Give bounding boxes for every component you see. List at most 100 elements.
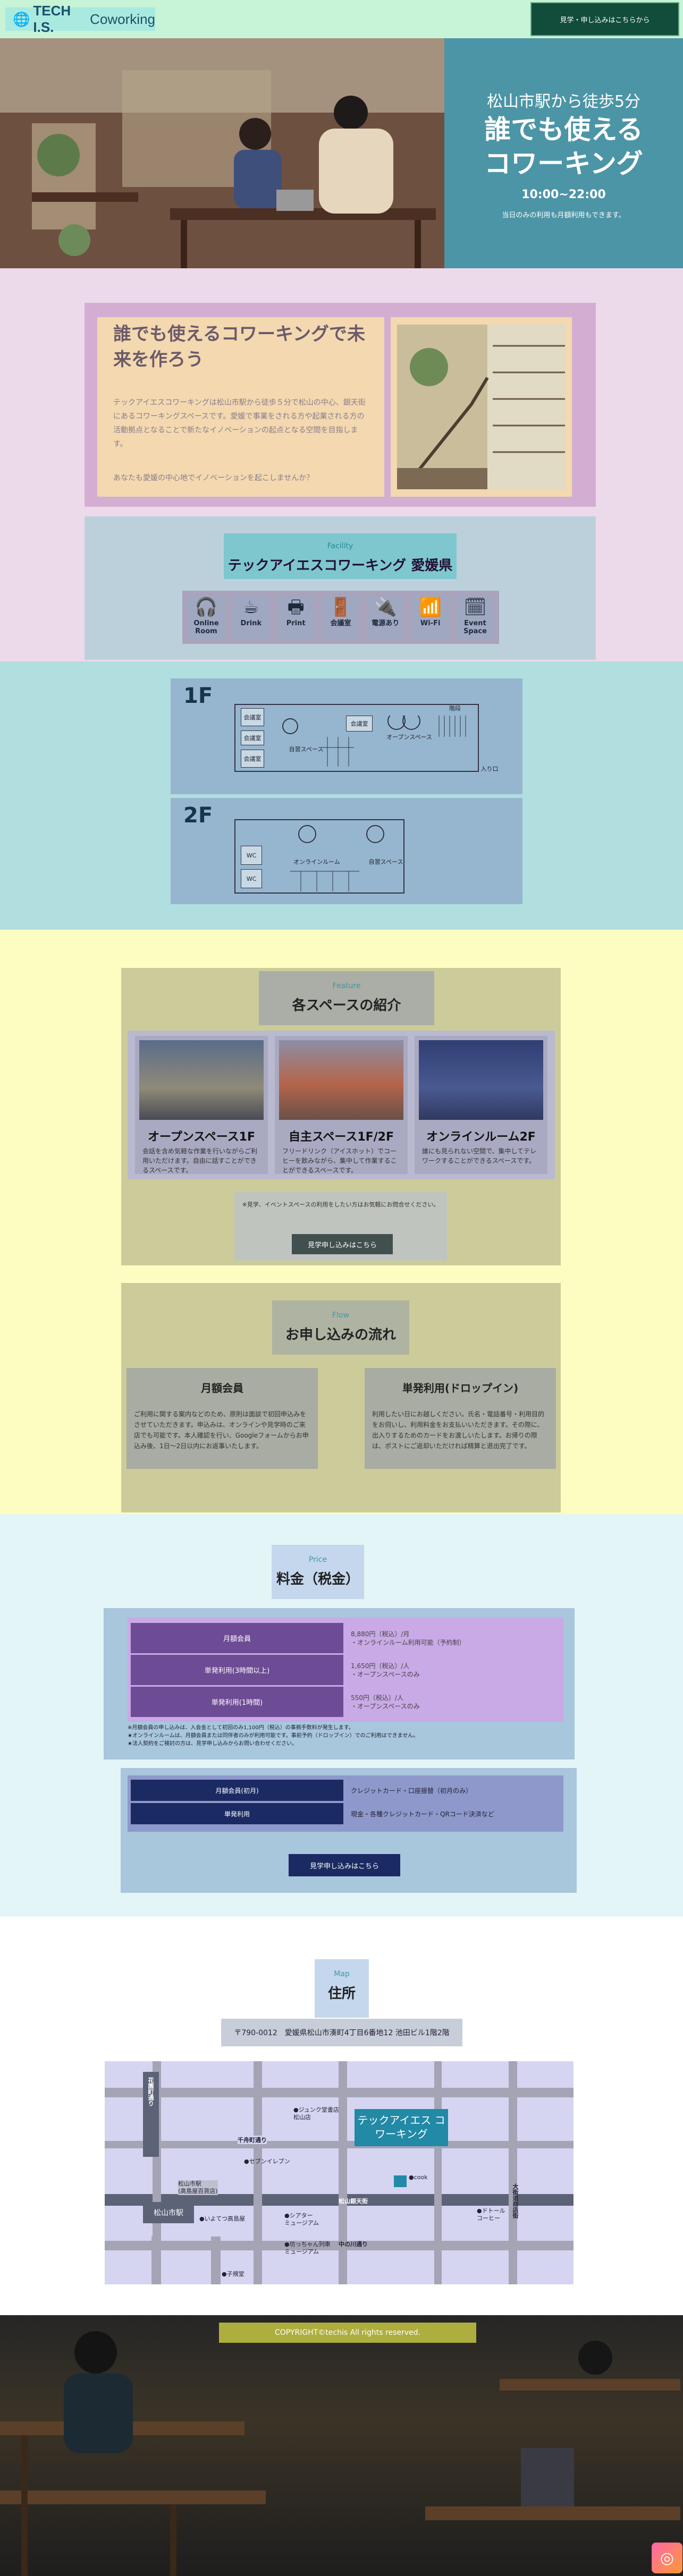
price-row: 単発利用(3時間以上) 1,650円（税込）/人 ・オープンスペースのみ xyxy=(131,1655,560,1685)
flow-card-title: 月額会員 xyxy=(201,1382,243,1395)
flow-card: 月額会員 ご利用に関する案内などのため、原則は面談で初回申込みをさせていただきま… xyxy=(127,1368,318,1469)
price-notes: ※月額会員の申し込みは、入会金として初回のみ1,100円（税込）の事務手数料が発… xyxy=(128,1725,419,1747)
floor-room: 階段 xyxy=(449,705,461,712)
facility-title: テックアイエスコワーキング 愛媛県 xyxy=(227,558,453,574)
footer-photo xyxy=(0,2331,680,2576)
flow-sub: Flow xyxy=(332,1311,349,1320)
hero-headline: 誰でも使える コワーキング xyxy=(484,114,643,179)
feature-card-desc: 誰にも見られない空間で、集中してテレワークすることができるスペースです。 xyxy=(422,1147,537,1164)
feature-card-title: オープンスペース1F xyxy=(148,1130,255,1144)
flow-title: お申し込みの流れ xyxy=(285,1327,396,1343)
price-row: 単発利用(1時間) 550円（税込）/人 ・オープンスペースのみ xyxy=(131,1687,560,1717)
globe-icon: 🌐 xyxy=(13,11,30,27)
station-label: 松山市駅 xyxy=(143,2202,194,2223)
facility-item: 🗓 Event Space xyxy=(456,595,494,640)
location-pin-icon xyxy=(394,2175,407,2187)
price-visit-button[interactable]: 見学申し込みはこちら xyxy=(289,1854,400,1876)
flow-card-desc: 利用したい日にお越しください。氏名・電話番号・利用目的をお伺いし、利用料金をお支… xyxy=(372,1410,545,1450)
map-sub: Map xyxy=(334,1970,350,1978)
map-title: 住所 xyxy=(327,1986,356,2002)
feature-title: 各スペースの紹介 xyxy=(292,998,401,1014)
plug-icon: 🔌 xyxy=(374,597,397,618)
feature-sub: Feature xyxy=(332,982,361,990)
feature-card: 自主スペース1F/2F フリードリンク（アイスホット）でコーヒーを飲みながら、集… xyxy=(275,1036,408,1174)
hero-panel: 松山市駅から徒歩5分 誰でも使える コワーキング 10:00~22:00 当日の… xyxy=(444,38,683,268)
feature-card-photo xyxy=(139,1040,264,1120)
header-cta-button[interactable]: 見学・申し込みはこちらから xyxy=(530,2,679,36)
floor-2f-furniture xyxy=(290,825,384,891)
headphones-icon: 🎧 xyxy=(195,597,218,618)
map-road xyxy=(339,2061,347,2284)
floor-room: 会議室 xyxy=(241,708,264,726)
floor-1f: 1F 会議室 会議室 会議室 自習スペース オープンスペース 階段 入り口 会議… xyxy=(171,678,522,794)
floor-room: 会議室 xyxy=(241,750,264,768)
flow-card: 単発利用(ドロップイン) 利用したい日にお越しください。氏名・電話番号・利用目的… xyxy=(365,1368,556,1469)
map-rail xyxy=(211,2237,221,2284)
wifi-icon: 📶 xyxy=(419,597,442,618)
price-heading: Price 料金（税金） xyxy=(272,1545,364,1599)
facility-item: 🖶 Print xyxy=(277,595,315,640)
instagram-icon[interactable]: ◎ xyxy=(652,2543,682,2573)
intro-question: あなたも愛媛の中心地でイノベーションを起こしませんか？ xyxy=(113,474,314,482)
footer xyxy=(0,2315,683,2576)
flow-heading: Flow お申し込みの流れ xyxy=(272,1300,409,1355)
access-map[interactable]: テックアイエス コワーキング 松山市駅 ●ジュンク堂書店 松山店 ●セブンイレブ… xyxy=(105,2061,574,2284)
facility-item: ☕ Drink xyxy=(232,595,270,640)
payment-row: 単発利用 現金・各種クレジットカード・QRコード決済など xyxy=(131,1803,560,1824)
intro-text-card: 誰でも使えるコワーキングで未来を作ろう テックアイエスコワーキングは松山市駅から… xyxy=(97,317,384,497)
map-road xyxy=(254,2061,262,2284)
flow-card-title: 単発利用(ドロップイン) xyxy=(402,1382,519,1395)
floor-2f-label: 2F xyxy=(183,803,213,828)
feature-card-title: 自主スペース1F/2F xyxy=(288,1130,394,1144)
map-rail xyxy=(151,2237,161,2284)
feature-card-desc: フリードリンク（アイスホット）でコーヒーを飲みながら、集中して作業することができ… xyxy=(282,1147,397,1174)
printer-icon: 🖶 xyxy=(287,597,305,618)
facility-item: 🔌 電源あり xyxy=(367,595,404,640)
hero-hours: 10:00~22:00 xyxy=(521,188,606,201)
map-callout: テックアイエス コワーキング xyxy=(355,2109,448,2146)
feature-notice: ※見学、イベントスペースの利用をしたい方はお気軽にお問合せください。 見学申し込… xyxy=(234,1192,447,1261)
hero-photo xyxy=(0,38,444,268)
feature-heading: Feature 各スペースの紹介 xyxy=(259,971,434,1025)
feature-card: オンラインルーム2F 誰にも見られない空間で、集中してテレワークすることができる… xyxy=(415,1036,547,1174)
feature-card-photo xyxy=(279,1040,403,1120)
price-title: 料金（税金） xyxy=(276,1571,359,1587)
feature-visit-button[interactable]: 見学申し込みはこちら xyxy=(292,1234,393,1254)
copyright: COPYRIGHT©techis All rights reserved. xyxy=(219,2323,476,2343)
price-sub: Price xyxy=(308,1555,327,1564)
payment-row: 月額会員(初月) クレジットカード・口座振替（初月のみ） xyxy=(131,1780,560,1801)
price-row: 月額会員 8,880円（税込）/月 ・オンラインルーム利用可能（予約制） xyxy=(131,1623,560,1653)
floor-room: WC xyxy=(241,869,262,888)
intro-title: 誰でも使えるコワーキングで未来を作ろう xyxy=(113,324,365,370)
flow-card-desc: ご利用に関する案内などのため、原則は面談で初回申込みをさせていただきます。申込み… xyxy=(134,1410,309,1450)
interior-photo xyxy=(397,325,565,489)
door-icon: 🚪 xyxy=(329,597,352,618)
feature-cards: オープンスペース1F 会話を含め気軽な作業を行いながらご利用いただけます。自由に… xyxy=(128,1031,555,1179)
event-icon: 🗓 xyxy=(463,597,487,618)
logo-sub: Coworking xyxy=(90,11,155,27)
floor-room: 会議室 xyxy=(241,730,264,745)
feature-card-title: オンラインルーム2F xyxy=(426,1130,536,1144)
floor-1f-furniture xyxy=(282,716,466,767)
price-table: 月額会員 8,880円（税込）/月 ・オンラインルーム利用可能（予約制） 単発利用… xyxy=(128,1618,563,1722)
feature-card-photo xyxy=(419,1040,543,1120)
facility-icons: 🎧 Online Room ☕ Drink 🖶 Print 🚪 会議室 🔌 電源… xyxy=(182,591,499,644)
address: 〒790-0012 愛媛県松山市湊町4丁目6番地12 池田ビル1階2階 xyxy=(221,2019,462,2046)
hero-photo-illustration xyxy=(0,38,444,268)
payment-table: 月額会員(初月) クレジットカード・口座振替（初月のみ） 単発利用 現金・各種ク… xyxy=(128,1775,563,1832)
cup-icon: ☕ xyxy=(243,597,259,618)
map-road xyxy=(509,2061,517,2284)
facility-item: 🚪 会議室 xyxy=(322,595,359,640)
feature-card: オープンスペース1F 会話を含め気軽な作業を行いながらご利用いただけます。自由に… xyxy=(135,1036,268,1174)
map-heading: Map 住所 xyxy=(315,1959,369,2018)
intro-photo-card xyxy=(391,317,572,497)
feature-notice-text: ※見学、イベントスペースの利用をしたい方はお気軽にお問合せください。 xyxy=(242,1201,440,1208)
floor-room: WC xyxy=(241,846,262,865)
hero-access: 松山市駅から徒歩5分 xyxy=(486,92,641,111)
site-logo[interactable]: 🌐 TECH I.S. Coworking xyxy=(5,3,155,35)
floor-2f: 2F WC WC オンラインルーム 自習スペース xyxy=(171,798,522,904)
feature-card-desc: 会話を含め気軽な作業を行いながらご利用いただけます。自由に話すことができるスペー… xyxy=(142,1147,258,1174)
logo-brand: TECH I.S. xyxy=(33,3,71,35)
intro-body: テックアイエスコワーキングは松山市駅から徒歩５分で松山の中心、銀天街にあるコワー… xyxy=(113,398,366,448)
hero-note: 当日のみの利用も月額利用もできます。 xyxy=(502,211,626,219)
